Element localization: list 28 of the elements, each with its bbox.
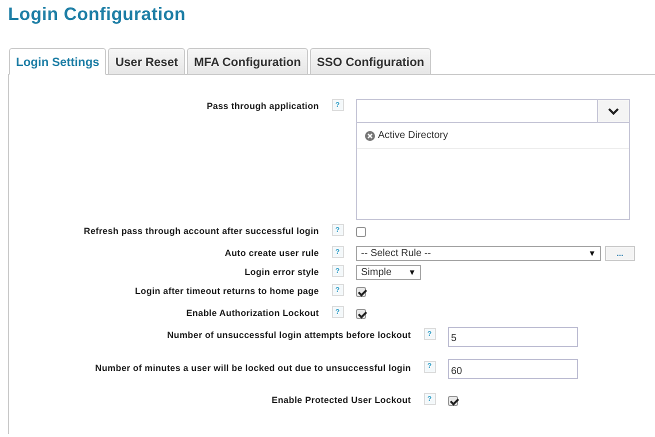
chevron-icon: [608, 108, 619, 114]
tab[interactable]: SSO Configuration: [310, 48, 432, 75]
field-label: Login after timeout returns to home page: [134, 285, 319, 296]
input-field[interactable]: 5: [448, 326, 578, 346]
field-label: Refresh pass through account after successful login: [82, 225, 319, 236]
multiselect-field[interactable]: Active Directory: [356, 99, 630, 220]
field-label: Enable Protected User Lockout: [270, 394, 411, 405]
checkbox[interactable]: [356, 287, 366, 297]
select-dropdown[interactable]: -- Select Rule -- ▼: [356, 246, 601, 261]
tab[interactable]: Login Settings: [9, 48, 106, 75]
tab[interactable]: MFA Configuration: [187, 48, 308, 75]
input-field[interactable]: 60: [448, 359, 578, 379]
remove-icon[interactable]: [365, 130, 375, 140]
dropdown-button[interactable]: [597, 100, 629, 122]
checkbox[interactable]: [356, 227, 366, 237]
field-label: Pass through application: [206, 100, 319, 111]
field-label: Login error style: [244, 266, 319, 277]
field-label: Auto create user rule: [224, 247, 319, 258]
field-label: Number of minutes a user will be locked out due to unsuccessful login: [94, 362, 411, 372]
selected-item: Active Directory: [378, 130, 448, 141]
field-label: Enable Authorization Lockout: [185, 307, 319, 318]
more-button[interactable]: ...: [605, 246, 635, 261]
select-dropdown[interactable]: Simple ▼: [356, 265, 421, 280]
page-title: Login Configuration: [8, 4, 187, 25]
tab[interactable]: User Reset: [108, 48, 186, 75]
checkbox[interactable]: [356, 309, 366, 319]
checkbox[interactable]: [448, 396, 458, 406]
field-label: Number of unsuccessful login attempts before lockout: [166, 329, 411, 340]
